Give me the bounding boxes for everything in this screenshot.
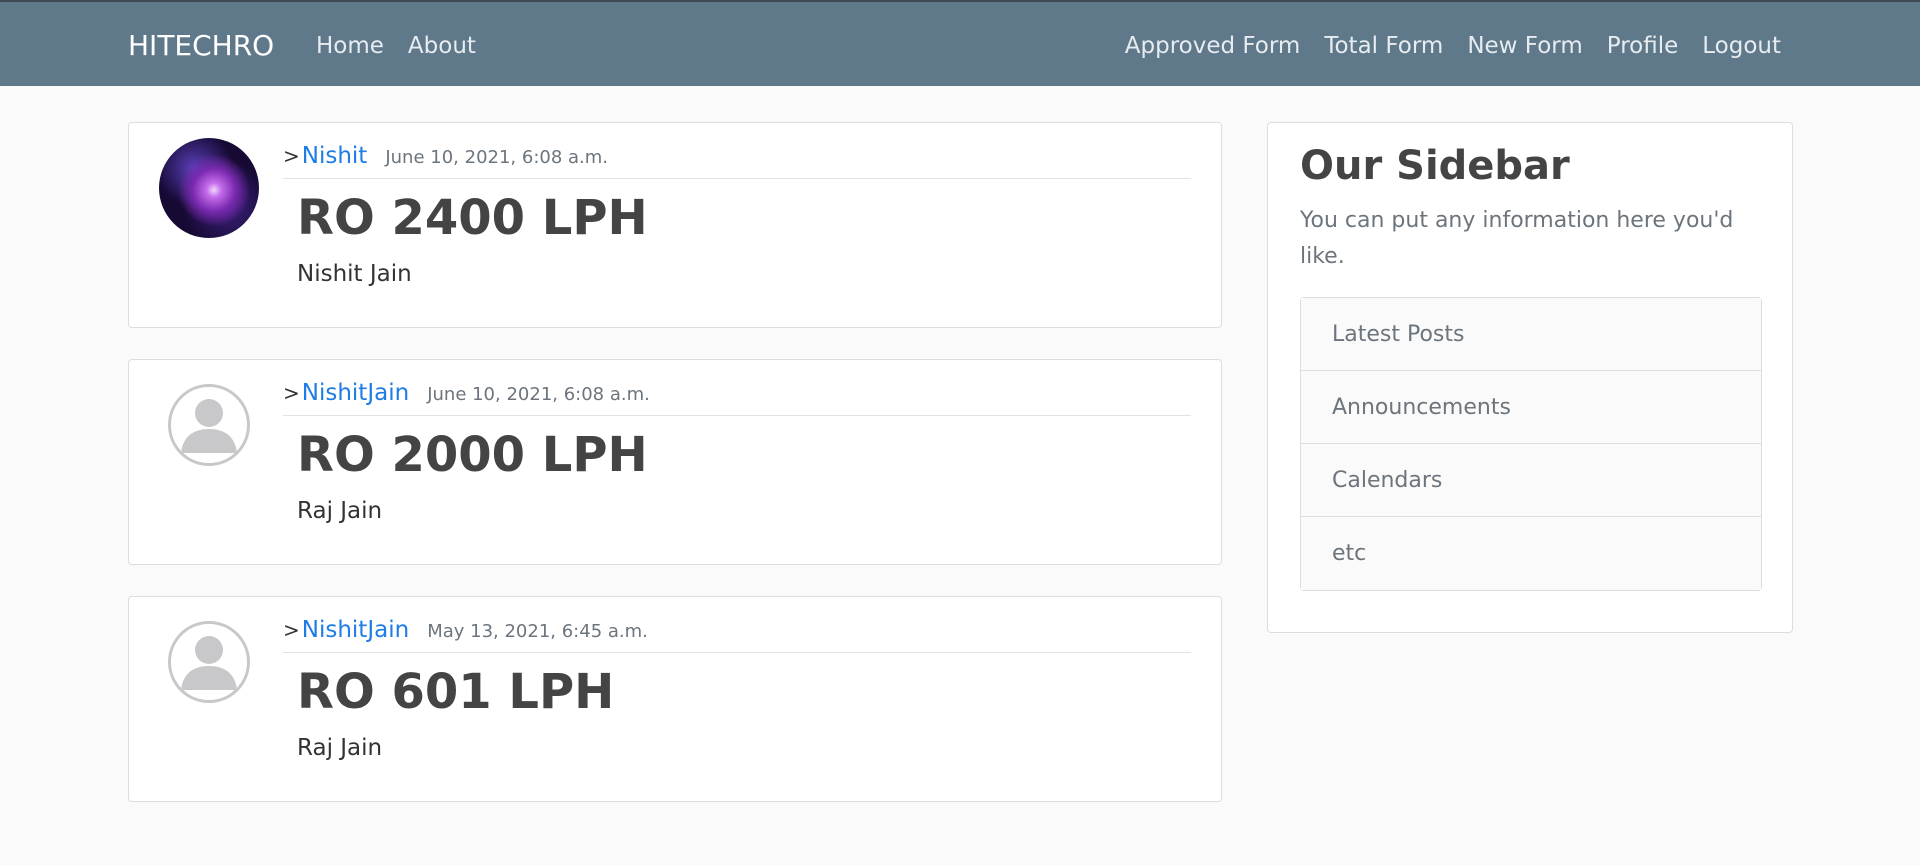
author-avatar-image — [159, 138, 259, 238]
post-meta: > NishitJain June 10, 2021, 6:08 a.m. — [283, 380, 1191, 416]
post-content: Raj Jain — [297, 498, 383, 524]
sidebar-item-etc[interactable]: etc — [1301, 517, 1761, 590]
nav-total-form-link[interactable]: Total Form — [1312, 28, 1455, 64]
post-meta: > Nishit June 10, 2021, 6:08 a.m. — [283, 143, 1191, 179]
post-card: > NishitJain June 10, 2021, 6:08 a.m. RO… — [128, 359, 1222, 565]
caret-text: > — [283, 618, 300, 642]
sidebar-item-calendars[interactable]: Calendars — [1301, 444, 1761, 517]
nav-left-group: Home About — [316, 28, 488, 64]
nav-about-link[interactable]: About — [396, 28, 488, 64]
post-meta: > NishitJain May 13, 2021, 6:45 a.m. — [283, 617, 1191, 653]
nav-right-group: Approved Form Total Form New Form Profil… — [1113, 28, 1781, 64]
post-card: > Nishit June 10, 2021, 6:08 a.m. RO 240… — [128, 122, 1222, 328]
post-card: > NishitJain May 13, 2021, 6:45 a.m. RO … — [128, 596, 1222, 802]
nav-profile-link[interactable]: Profile — [1595, 28, 1691, 64]
post-date: May 13, 2021, 6:45 a.m. — [427, 621, 648, 642]
post-title[interactable]: RO 2000 LPH — [297, 426, 648, 484]
post-date: June 10, 2021, 6:08 a.m. — [427, 384, 650, 405]
default-user-icon — [168, 384, 250, 466]
top-navbar: HITECHRO Home About Approved Form Total … — [0, 0, 1920, 86]
default-user-icon — [168, 621, 250, 703]
post-date: June 10, 2021, 6:08 a.m. — [385, 147, 609, 168]
brand-logo-link[interactable]: HITECHRO — [128, 28, 274, 64]
nav-home-link[interactable]: Home — [316, 28, 396, 64]
caret-text: > — [283, 144, 300, 168]
post-content: Raj Jain — [297, 735, 383, 761]
sidebar-list: Latest Posts Announcements Calendars etc — [1300, 297, 1762, 591]
post-title[interactable]: RO 2400 LPH — [297, 189, 648, 247]
nav-new-form-link[interactable]: New Form — [1455, 28, 1594, 64]
nav-logout-link[interactable]: Logout — [1690, 28, 1781, 64]
post-content: Nishit Jain — [297, 261, 412, 287]
sidebar-panel: Our Sidebar You can put any information … — [1267, 122, 1793, 633]
post-author-link[interactable]: Nishit — [302, 143, 368, 169]
sidebar-title: Our Sidebar — [1300, 143, 1570, 189]
post-author-link[interactable]: NishitJain — [302, 380, 409, 406]
nav-approved-form-link[interactable]: Approved Form — [1113, 28, 1313, 64]
sidebar-item-latest-posts[interactable]: Latest Posts — [1301, 298, 1761, 371]
caret-text: > — [283, 381, 300, 405]
post-title[interactable]: RO 601 LPH — [297, 663, 614, 721]
post-author-link[interactable]: NishitJain — [302, 617, 409, 643]
sidebar-description: You can put any information here you'd l… — [1300, 208, 1734, 269]
sidebar-item-announcements[interactable]: Announcements — [1301, 371, 1761, 444]
